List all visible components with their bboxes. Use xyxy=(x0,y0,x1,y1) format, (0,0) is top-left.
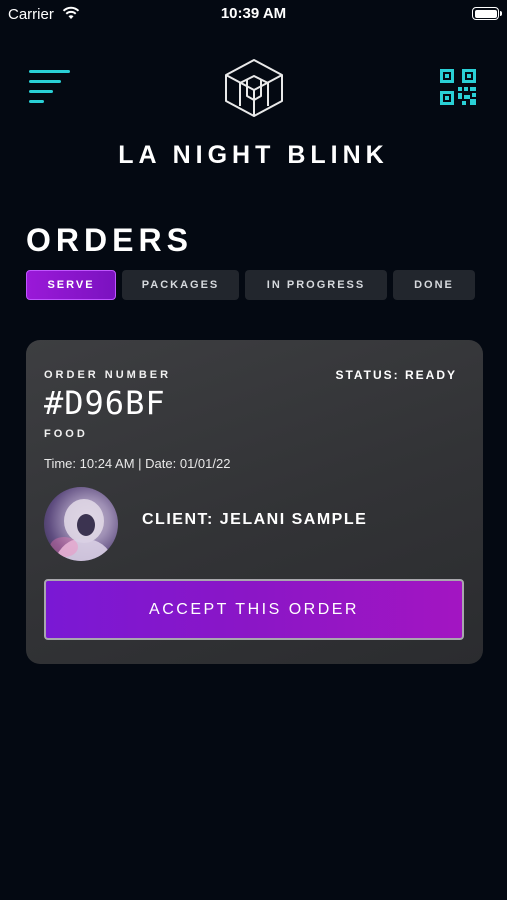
order-number: #D96BF xyxy=(44,384,166,422)
clock: 10:39 AM xyxy=(220,5,287,22)
tab-in-progress[interactable]: IN PROGRESS xyxy=(245,270,387,300)
accept-order-button[interactable]: ACCEPT THIS ORDER xyxy=(44,579,464,640)
avatar xyxy=(44,487,118,561)
logo-icon xyxy=(225,59,283,117)
tab-done[interactable]: DONE xyxy=(393,270,475,300)
battery-icon xyxy=(472,7,502,20)
tab-serve[interactable]: SERVE xyxy=(26,270,116,300)
avatar-image xyxy=(50,499,114,561)
menu-icon[interactable] xyxy=(29,70,71,104)
tab-packages[interactable]: PACKAGES xyxy=(122,270,239,300)
status-bar: Carrier 10:39 AM xyxy=(0,0,507,28)
order-number-label: ORDER NUMBER xyxy=(44,369,172,381)
order-datetime: Time: 10:24 AM | Date: 01/01/22 xyxy=(44,456,231,471)
status-badge: STATUS: READY xyxy=(335,368,457,382)
qr-code-icon[interactable] xyxy=(440,69,476,105)
order-category: FOOD xyxy=(44,428,88,440)
order-card: ORDER NUMBER STATUS: READY #D96BF FOOD T… xyxy=(26,340,483,664)
client-name: CLIENT: JELANI SAMPLE xyxy=(142,511,368,528)
brand-title: LA NIGHT BLINK xyxy=(118,141,389,169)
page-title: ORDERS xyxy=(26,222,193,258)
